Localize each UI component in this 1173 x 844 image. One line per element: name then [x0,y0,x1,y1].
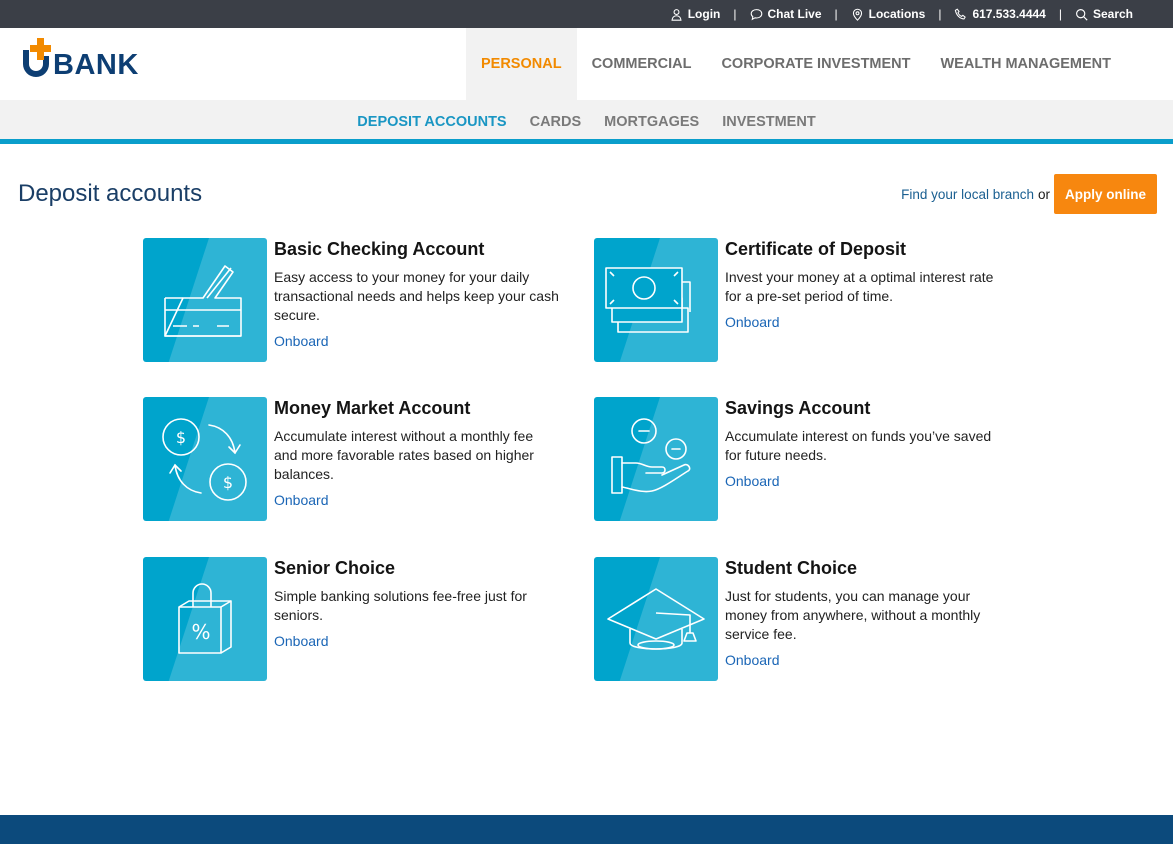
page-header: Deposit accounts Find your local branch … [0,144,1173,224]
search-label: Search [1092,7,1133,21]
locations-link[interactable]: Locations [851,7,926,21]
separator: | [938,7,942,21]
utility-bar: Login | Chat Live | Locations | 617.533.… [0,0,1173,28]
onboard-link[interactable]: Onboard [725,652,779,668]
sub-nav-investment[interactable]: INVESTMENT [711,114,827,130]
login-link[interactable]: Login [670,7,721,21]
card-title: Certificate of Deposit [725,239,907,259]
hand-coins-icon [594,397,718,521]
account-card: Basic Checking Account Easy access to yo… [143,238,563,362]
sub-nav-cards[interactable]: CARDS [518,114,593,130]
card-title: Savings Account [725,398,871,418]
check-card-icon [143,238,267,362]
svg-text:$: $ [176,428,186,447]
search-link[interactable]: Search [1075,7,1133,21]
sub-nav: DEPOSIT ACCOUNTS CARDS MORTGAGES INVESTM… [0,100,1173,144]
page-title: Deposit accounts [18,180,203,207]
card-title: Senior Choice [274,558,396,578]
graduation-cap-icon [594,557,718,681]
main-nav: PERSONAL COMMERCIAL CORPORATE INVESTMENT… [465,28,1127,100]
apply-online-button[interactable]: Apply online [1054,174,1157,214]
logo-mark [22,38,52,80]
card-description: Accumulate interest on funds you’ve save… [725,428,992,463]
card-title: Student Choice [725,558,858,578]
card-title: Money Market Account [274,398,471,418]
locations-label: Locations [868,7,926,21]
phone-link[interactable]: 617.533.4444 [954,7,1046,21]
find-branch-link[interactable]: Find your local branch [901,187,1034,202]
card-title: Basic Checking Account [274,239,485,259]
logo-text: BANK [53,49,139,81]
card-description: Simple banking solutions fee-free just f… [274,588,527,623]
chat-live-label: Chat Live [767,7,822,21]
site-footer [0,815,1173,844]
map-pin-icon [852,8,862,21]
search-icon [1076,8,1088,21]
page-actions: Find your local branch or Apply online [901,174,1157,214]
account-card: Savings Account Accumulate interest on f… [594,397,1014,521]
main-nav-personal[interactable]: PERSONAL [465,28,577,100]
account-card: $ $ Money Market Account Accumulate inte… [143,397,563,521]
main-nav-commercial[interactable]: COMMERCIAL [577,28,707,100]
main-nav-wealth-management[interactable]: WEALTH MANAGEMENT [926,28,1127,100]
account-card: % Senior Choice Simple banking solutions… [143,557,563,681]
onboard-link[interactable]: Onboard [725,473,779,489]
sub-nav-deposit-accounts[interactable]: DEPOSIT ACCOUNTS [346,114,518,130]
card-description: Just for students, you can manage your m… [725,588,981,642]
account-card: Certificate of Deposit Invest your money… [594,238,1014,362]
card-description: Accumulate interest without a monthly fe… [274,428,534,482]
ubank-logo[interactable]: BANK [0,28,300,100]
phone-label: 617.533.4444 [972,7,1046,21]
separator: | [834,7,838,21]
chat-bubble-icon [750,8,762,20]
shopping-bag-percent-icon: % [143,557,267,681]
onboard-link[interactable]: Onboard [274,633,328,649]
account-card: Student Choice Just for students, you ca… [594,557,1014,681]
money-exchange-icon: $ $ [143,397,267,521]
onboard-link[interactable]: Onboard [274,492,328,508]
card-description: Invest your money at a optimal interest … [725,269,994,304]
svg-text:$: $ [223,473,233,492]
phone-icon [955,8,967,20]
separator: | [733,7,737,21]
site-header: BANK PERSONAL COMMERCIAL CORPORATE INVES… [0,28,1173,100]
banknotes-icon [594,238,718,362]
user-icon [671,8,682,21]
separator: | [1058,7,1062,21]
main-nav-corporate-investment[interactable]: CORPORATE INVESTMENT [706,28,925,100]
onboard-link[interactable]: Onboard [725,314,779,330]
card-description: Easy access to your money for your daily… [274,269,559,323]
svg-text:%: % [191,620,210,644]
onboard-link[interactable]: Onboard [274,333,328,349]
chat-live-link[interactable]: Chat Live [750,7,822,21]
or-text: or [1037,186,1050,202]
login-label: Login [687,7,721,21]
sub-nav-mortgages[interactable]: MORTGAGES [593,114,711,130]
